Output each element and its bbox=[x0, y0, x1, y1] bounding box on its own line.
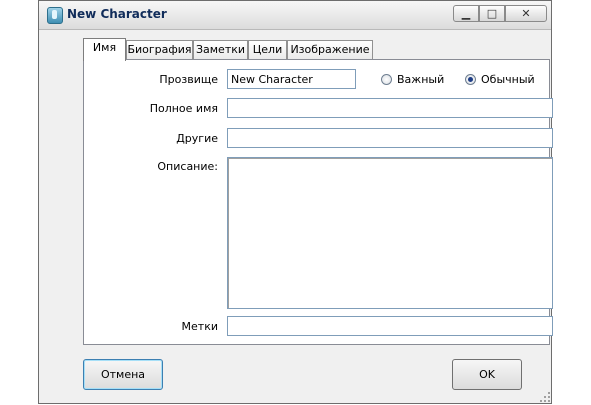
ordinary-radio[interactable] bbox=[465, 74, 476, 85]
other-label: Другие bbox=[176, 132, 218, 145]
title-bar[interactable]: New Character ▁ □ ✕ bbox=[39, 1, 551, 30]
character-icon bbox=[47, 7, 63, 24]
fullname-label: Полное имя bbox=[149, 102, 218, 115]
window-title: New Character bbox=[67, 7, 167, 21]
dialog-content: Имя Биография Заметки Цели Изображение П… bbox=[45, 31, 553, 397]
nickname-label: Прозвище bbox=[159, 73, 218, 86]
description-label: Описание: bbox=[157, 160, 218, 173]
description-textarea[interactable] bbox=[227, 157, 553, 309]
tags-input[interactable] bbox=[227, 316, 553, 336]
tab-biography[interactable]: Биография bbox=[126, 40, 193, 60]
nickname-input[interactable] bbox=[227, 69, 356, 89]
minimize-icon: ▁ bbox=[461, 7, 471, 20]
maximize-button[interactable]: □ bbox=[479, 5, 505, 22]
ok-button[interactable]: OK bbox=[452, 359, 522, 390]
important-radio-label: Важный bbox=[397, 73, 445, 86]
tags-label: Метки bbox=[181, 320, 218, 333]
tab-name[interactable]: Имя bbox=[83, 38, 126, 61]
tab-panel-name: Прозвище Важный Обычный Полное имя Други… bbox=[83, 59, 553, 345]
close-icon: ✕ bbox=[521, 7, 531, 20]
minimize-button[interactable]: ▁ bbox=[453, 5, 479, 22]
tab-image[interactable]: Изображение bbox=[287, 40, 373, 60]
important-radio[interactable] bbox=[381, 74, 392, 85]
tab-goals[interactable]: Цели bbox=[248, 40, 287, 60]
fullname-input[interactable] bbox=[227, 98, 553, 118]
cancel-button[interactable]: Отмена bbox=[83, 359, 163, 390]
ordinary-radio-label: Обычный bbox=[481, 73, 535, 86]
new-character-window: New Character ▁ □ ✕ Имя Биография Заметк… bbox=[38, 0, 553, 404]
maximize-icon: □ bbox=[486, 7, 498, 20]
resize-grip[interactable] bbox=[538, 390, 550, 402]
other-input[interactable] bbox=[227, 128, 553, 148]
tab-notes[interactable]: Заметки bbox=[193, 40, 248, 60]
close-button[interactable]: ✕ bbox=[505, 5, 547, 22]
